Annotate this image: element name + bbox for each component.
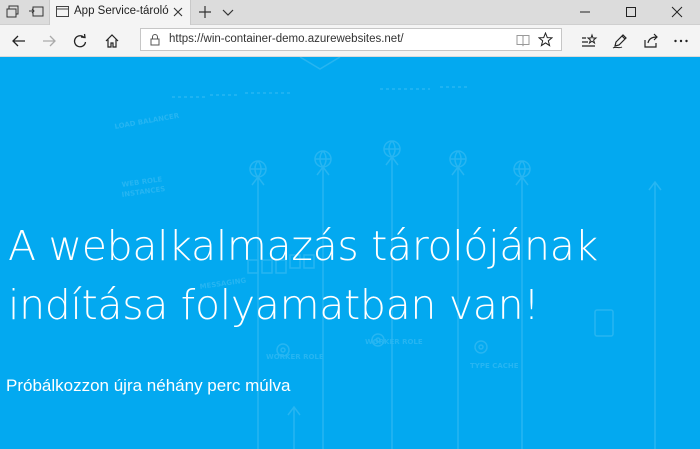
browser-tab[interactable]: App Service-tároló bbox=[49, 0, 191, 25]
svg-text:WORKER ROLE: WORKER ROLE bbox=[266, 353, 324, 361]
minimize-icon[interactable] bbox=[562, 0, 608, 24]
tab-list-icon[interactable] bbox=[6, 4, 22, 20]
home-icon[interactable] bbox=[103, 32, 121, 50]
navigation-bar: https://win-container-demo.azurewebsites… bbox=[0, 25, 700, 57]
address-bar[interactable]: https://win-container-demo.azurewebsites… bbox=[140, 28, 562, 51]
maximize-icon[interactable] bbox=[608, 0, 654, 24]
tab-preview-icon[interactable] bbox=[220, 4, 236, 20]
window-close-icon[interactable] bbox=[654, 0, 700, 24]
page-headline: A webalkalmazás tárolójának indítása fol… bbox=[8, 217, 698, 335]
address-url[interactable]: https://win-container-demo.azurewebsites… bbox=[169, 33, 404, 45]
svg-text:LOAD BALANCER: LOAD BALANCER bbox=[114, 112, 180, 131]
page-icon bbox=[56, 5, 69, 18]
retry-message: Próbálkozzon újra néhány perc múlva bbox=[6, 376, 291, 395]
favorite-star-icon[interactable] bbox=[537, 31, 554, 47]
svg-text:TYPE CACHE: TYPE CACHE bbox=[470, 362, 519, 370]
page-content: LOAD BALANCER WEB ROLE INSTANCES MESSAGI… bbox=[0, 57, 700, 449]
forward-icon[interactable] bbox=[40, 32, 58, 50]
headline-line-2: indítása folyamatban van! bbox=[8, 281, 540, 329]
pen-icon[interactable] bbox=[611, 32, 629, 50]
more-icon[interactable] bbox=[672, 32, 690, 50]
close-icon[interactable] bbox=[171, 5, 185, 19]
headline-line-1: A webalkalmazás tárolójának bbox=[8, 222, 599, 270]
reading-view-icon[interactable] bbox=[516, 33, 530, 47]
new-tab-icon[interactable] bbox=[197, 4, 213, 20]
svg-text:WORKER ROLE: WORKER ROLE bbox=[365, 338, 423, 346]
refresh-icon[interactable] bbox=[71, 32, 89, 50]
share-icon[interactable] bbox=[642, 32, 660, 50]
back-icon[interactable] bbox=[10, 32, 28, 50]
tab-title: App Service-tároló bbox=[74, 5, 169, 17]
title-bar: App Service-tároló bbox=[0, 0, 700, 25]
lock-icon[interactable] bbox=[149, 33, 161, 46]
favorites-hub-icon[interactable] bbox=[580, 32, 598, 50]
set-aside-tabs-icon[interactable] bbox=[28, 4, 44, 20]
